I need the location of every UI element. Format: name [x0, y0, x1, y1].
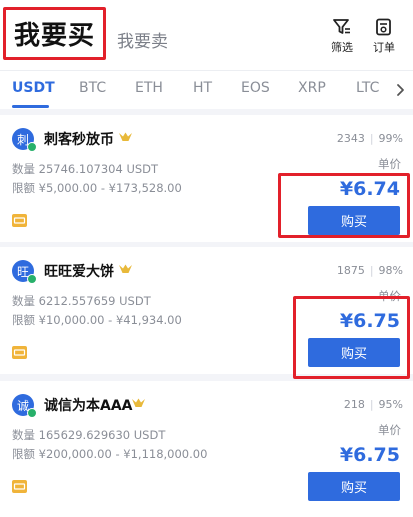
top-bar: 我要买 我要卖 筛选 订单: [0, 0, 413, 70]
trade-count: 2343: [336, 132, 365, 145]
verified-crown-icon: [119, 132, 132, 141]
coin-tab-eth[interactable]: ETH: [135, 80, 163, 96]
highlight-box: [293, 296, 410, 379]
coin-tab-btc[interactable]: BTC: [79, 80, 106, 96]
trade-limit: 限额 ¥5,000.00 - ¥173,528.00: [12, 181, 182, 195]
filter-button[interactable]: 筛选: [324, 18, 360, 55]
merchant-name[interactable]: 旺旺爱大饼: [44, 261, 114, 281]
trade-limit: 限额 ¥200,000.00 - ¥1,118,000.00: [12, 447, 208, 461]
bank-card-icon: [12, 344, 27, 363]
buy-button[interactable]: 购买: [308, 472, 400, 501]
active-tab-indicator: [12, 105, 49, 108]
tab-buy[interactable]: 我要买: [3, 7, 106, 60]
completion-rate: 95%: [378, 398, 403, 411]
online-dot: [27, 408, 37, 418]
price-label: 单价: [378, 423, 401, 437]
merchant-stats: 218 | 95%: [344, 398, 403, 411]
merchant-stats: 1875 | 98%: [337, 264, 403, 277]
verified-crown-icon: [132, 398, 145, 407]
highlight-box: [278, 173, 410, 238]
merchant-avatar: 刺: [12, 128, 37, 152]
listing-card: 诚 诚信为本AAA 218 | 95% 数量 165629.629630 USDT …: [0, 381, 413, 517]
merchant-avatar: 诚: [12, 394, 37, 418]
online-dot: [27, 142, 37, 152]
trade-limit: 限额 ¥10,000.00 - ¥41,934.00: [12, 313, 182, 327]
order-icon: [376, 18, 391, 36]
stats-divider: |: [369, 398, 374, 411]
filter-label: 筛选: [331, 41, 353, 54]
filter-icon: [333, 19, 350, 34]
completion-rate: 99%: [378, 132, 403, 145]
bank-card-icon: [12, 478, 27, 497]
merchant-name[interactable]: 诚信为本AAA: [44, 395, 133, 415]
tab-sell[interactable]: 我要卖: [117, 27, 168, 52]
coin-tab-xrp[interactable]: XRP: [298, 80, 326, 96]
coin-tab-eos[interactable]: EOS: [241, 80, 270, 96]
merchant-avatar: 旺: [12, 260, 37, 284]
chevron-right-icon: [397, 84, 404, 96]
merchant-stats: 2343 | 99%: [337, 132, 403, 145]
trade-count: 1875: [336, 264, 365, 277]
stats-divider: |: [369, 132, 374, 145]
completion-rate: 98%: [378, 264, 403, 277]
trade-count: 218: [343, 398, 365, 411]
coin-tabs: USDT BTC ETH HT EOS XRP LTC: [0, 70, 413, 109]
coin-tabs-more[interactable]: [389, 77, 413, 103]
available-quantity: 数量 25746.107304 USDT: [12, 162, 159, 176]
bank-card-icon: [12, 212, 27, 231]
price-label: 单价: [378, 157, 401, 171]
coin-tab-ltc[interactable]: LTC: [356, 80, 379, 96]
verified-crown-icon: [119, 264, 132, 273]
order-button[interactable]: 订单: [366, 18, 402, 55]
order-label: 订单: [373, 41, 395, 54]
coin-tab-ht[interactable]: HT: [193, 80, 212, 96]
available-quantity: 数量 165629.629630 USDT: [12, 428, 166, 442]
unit-price: ¥6.75: [339, 444, 400, 466]
online-dot: [27, 274, 37, 284]
available-quantity: 数量 6212.557659 USDT: [12, 294, 151, 308]
coin-tab-usdt[interactable]: USDT: [12, 80, 55, 96]
merchant-name[interactable]: 刺客秒放币: [44, 129, 114, 149]
stats-divider: |: [369, 264, 374, 277]
